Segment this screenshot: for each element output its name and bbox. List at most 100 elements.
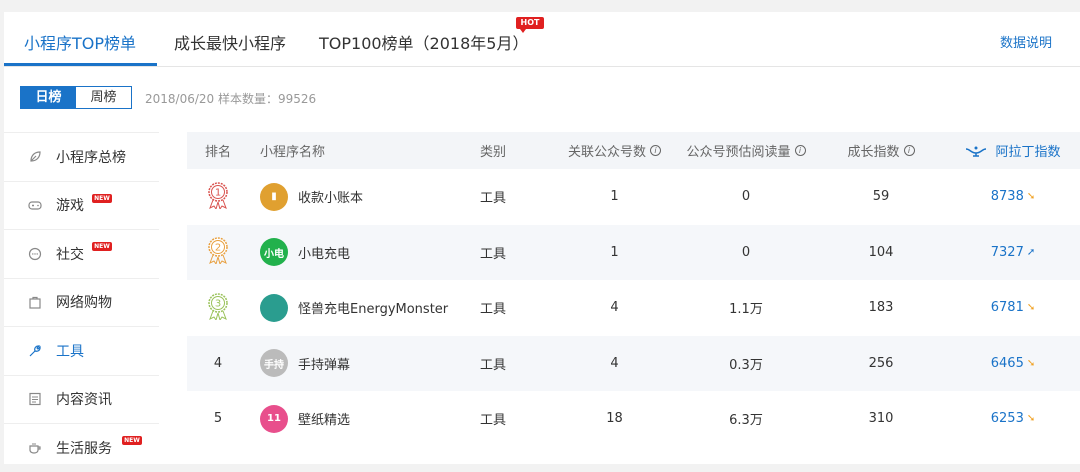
aladdin-index-value[interactable]: 7327	[991, 245, 1024, 260]
growth-index-cell: 59	[872, 189, 890, 205]
app-name-cell[interactable]: 怪兽充电EnergyMonster	[260, 280, 470, 336]
tab-top100[interactable]: TOP100榜单（2018年5月）	[319, 30, 528, 54]
estimated-reads-cell: 0	[741, 244, 751, 260]
sidebar-item-label: 小程序总榜	[56, 149, 126, 166]
rank-cell: 1	[187, 169, 249, 225]
active-tab-indicator	[4, 63, 157, 66]
trend-down-icon: ➘	[1026, 413, 1036, 425]
tab-fastest-growing[interactable]: 成长最快小程序	[174, 30, 286, 54]
sidebar-item-label: 生活服务	[56, 440, 112, 457]
app-name[interactable]: 小电充电	[298, 243, 350, 262]
estimated-reads-cell: 6.3万	[729, 413, 763, 429]
app-name-cell[interactable]: 11 壁纸精选	[260, 391, 470, 447]
growth-index-cell: 183	[868, 300, 894, 316]
table-body: 1 ▮ 收款小账本 工具 1 0 59 8738 ➘ 2 小电 小电充电 工具 …	[187, 169, 1080, 447]
tab-top-ranking[interactable]: 小程序TOP榜单	[24, 30, 136, 54]
header-name: 小程序名称	[260, 145, 326, 160]
weekly-toggle[interactable]: 周榜	[76, 87, 131, 108]
tab-bar: 小程序TOP榜单 成长最快小程序 TOP100榜单（2018年5月） HOT 数…	[4, 12, 1080, 67]
app-logo-icon: ▮	[260, 182, 288, 211]
aladdin-index-cell[interactable]: 6781 ➘	[947, 280, 1079, 336]
aladdin-index-cell[interactable]: 6465 ➘	[947, 336, 1079, 392]
header-label: 阿拉丁指数	[995, 145, 1061, 160]
sidebar-item-tools[interactable]: 工具	[4, 326, 159, 375]
sidebar-item-label: 游戏	[56, 198, 84, 215]
rank-medal-icon: 3	[206, 292, 230, 324]
data-explanation-link[interactable]: 数据说明	[1000, 32, 1052, 51]
aladdin-index-value[interactable]: 6465	[991, 356, 1024, 371]
page: 小程序TOP榜单 成长最快小程序 TOP100榜单（2018年5月） HOT 数…	[4, 12, 1080, 464]
table-header-row: 排名 小程序名称 类别 关联公众号数 i 公众号预估阅读量 i 成长指数 i 阿拉丁指…	[187, 132, 1080, 169]
category-cell: 工具	[480, 357, 507, 373]
daily-toggle[interactable]: 日榜	[21, 87, 76, 108]
app-name-cell[interactable]: 小电 小电充电	[260, 225, 470, 281]
sidebar-item-label: 网络购物	[56, 295, 112, 312]
header-estimated-reads[interactable]: 公众号预估阅读量 i	[672, 132, 820, 169]
header-aladdin-index[interactable]: 阿拉丁指数	[947, 132, 1079, 169]
sidebar-item-games[interactable]: 游戏 NEW	[4, 180, 159, 230]
svg-text:2: 2	[215, 243, 221, 254]
aladdin-logo-icon	[965, 145, 987, 157]
period-switch: 日榜 周榜	[20, 86, 132, 109]
bag-icon	[28, 295, 42, 309]
new-badge: NEW	[92, 242, 112, 251]
estimated-reads-cell: 0	[741, 189, 751, 205]
category-cell: 工具	[480, 413, 507, 429]
table-row[interactable]: 1 ▮ 收款小账本 工具 1 0 59 8738 ➘	[187, 169, 1080, 225]
chat-icon	[28, 247, 42, 261]
new-badge: NEW	[92, 193, 112, 203]
header-label: 公众号预估阅读量	[686, 145, 791, 160]
trend-up-icon: ➚	[1026, 246, 1036, 258]
app-name[interactable]: 收款小账本	[298, 187, 363, 206]
header-growth-index[interactable]: 成长指数 i	[821, 132, 941, 169]
app-name-cell[interactable]: ▮ 收款小账本	[260, 169, 470, 225]
info-icon[interactable]: i	[650, 145, 661, 156]
table-row[interactable]: 4 手持 手持弹幕 工具 4 0.3万 256 6465 ➘	[187, 335, 1080, 392]
linked-accounts-cell: 18	[606, 411, 623, 427]
aladdin-index-value[interactable]: 6253	[991, 411, 1024, 426]
ranking-table: 排名 小程序名称 类别 关联公众号数 i 公众号预估阅读量 i 成长指数 i 阿拉丁指…	[187, 132, 1080, 447]
rank-medal-icon: 1	[206, 181, 230, 213]
category-cell: 工具	[480, 246, 507, 262]
sidebar-item-overall[interactable]: 小程序总榜	[4, 132, 159, 181]
aladdin-index-value[interactable]: 8738	[991, 189, 1024, 204]
date-and-sample-count: 2018/06/20 样本数量：99526	[145, 92, 317, 106]
aladdin-index-value[interactable]: 6781	[991, 300, 1024, 315]
app-name[interactable]: 手持弹幕	[298, 354, 350, 373]
sidebar-item-shopping[interactable]: 网络购物	[4, 277, 159, 327]
estimated-reads-cell: 0.3万	[729, 357, 763, 373]
linked-accounts-cell: 4	[610, 355, 619, 371]
app-name[interactable]: 怪兽充电EnergyMonster	[298, 298, 448, 317]
category-cell: 工具	[480, 191, 507, 207]
table-row[interactable]: 2 小电 小电充电 工具 1 0 104 7327 ➚	[187, 224, 1080, 281]
growth-index-cell: 104	[868, 244, 894, 260]
gamepad-icon	[28, 198, 42, 212]
aladdin-index-cell[interactable]: 6253 ➘	[947, 391, 1079, 447]
svg-text:3: 3	[215, 298, 221, 309]
header-linked-accounts[interactable]: 关联公众号数 i	[537, 132, 692, 169]
app-name-cell[interactable]: 手持 手持弹幕	[260, 336, 470, 392]
sidebar-item-life-services[interactable]: 生活服务 NEW	[4, 423, 159, 472]
aladdin-index-cell[interactable]: 8738 ➘	[947, 169, 1079, 225]
header-label: 成长指数	[847, 145, 900, 160]
sidebar-item-social[interactable]: 社交 NEW	[4, 229, 159, 278]
table-row[interactable]: 3 怪兽充电EnergyMonster 工具 4 1.1万 183 6781 ➘	[187, 280, 1080, 336]
rank-cell: 5	[187, 391, 249, 447]
sidebar-item-label: 工具	[56, 343, 84, 360]
rank-number: 5	[213, 411, 223, 427]
sidebar-item-content-news[interactable]: 内容资讯	[4, 374, 159, 424]
trend-down-icon: ➘	[1026, 191, 1036, 203]
app-logo-icon: 手持	[260, 349, 288, 378]
aladdin-index-cell[interactable]: 7327 ➚	[947, 225, 1079, 281]
growth-index-cell: 310	[868, 411, 894, 427]
rank-number: 4	[213, 355, 223, 371]
wrench-icon	[28, 344, 42, 358]
info-icon[interactable]: i	[794, 145, 806, 156]
app-name[interactable]: 壁纸精选	[298, 409, 350, 428]
rank-cell: 4	[187, 336, 249, 392]
table-row[interactable]: 5 11 壁纸精选 工具 18 6.3万 310 6253 ➘	[187, 391, 1080, 447]
info-icon[interactable]: i	[903, 145, 915, 156]
trend-down-icon: ➘	[1026, 357, 1036, 369]
hot-badge: HOT	[516, 17, 544, 33]
app-logo-icon	[260, 293, 288, 322]
